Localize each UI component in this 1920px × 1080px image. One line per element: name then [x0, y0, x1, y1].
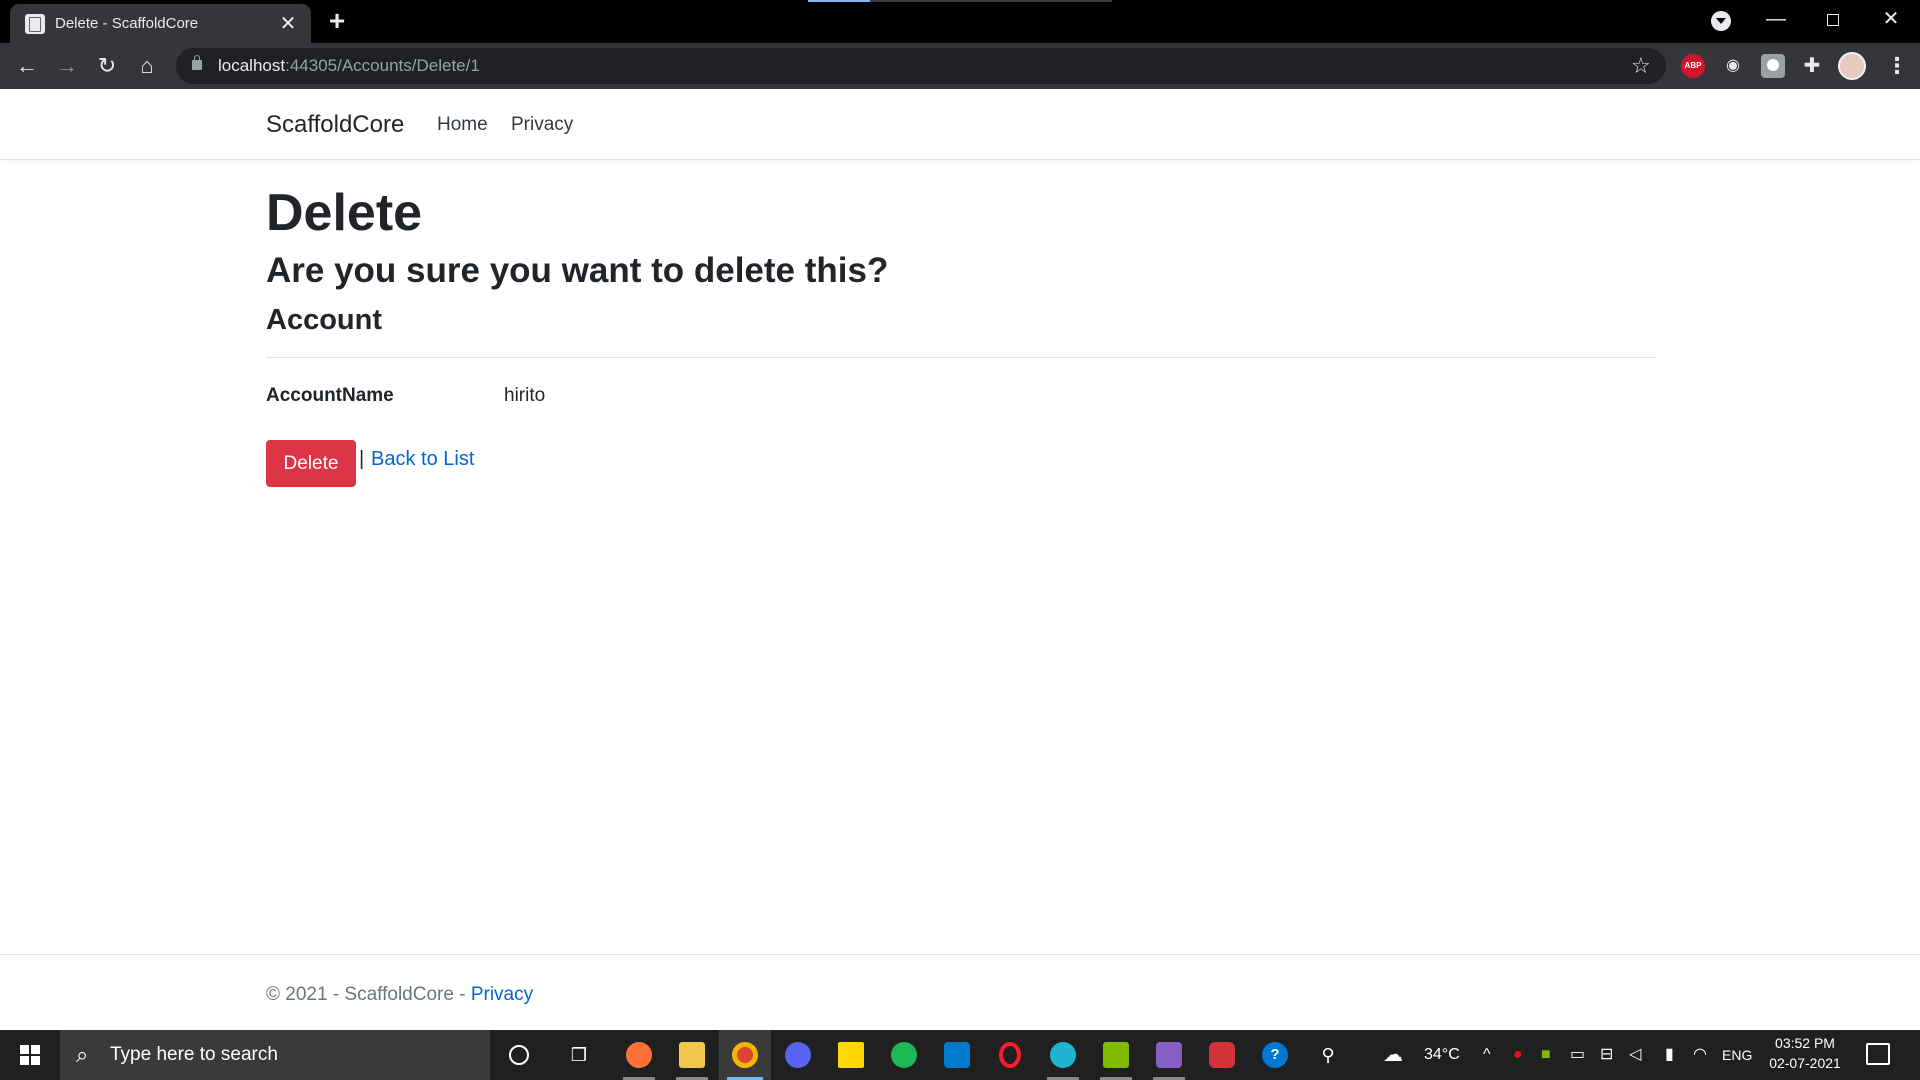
confirm-message: Are you sure you want to delete this?	[266, 251, 889, 290]
snipping-tool-icon[interactable]	[1090, 1030, 1142, 1080]
incognito-extension-icon[interactable]: ◉	[1721, 54, 1745, 78]
home-button[interactable]: ⌂	[131, 50, 163, 82]
adblock-extension-icon[interactable]: ABP	[1681, 54, 1705, 78]
edge-icon[interactable]	[1037, 1030, 1089, 1080]
start-button[interactable]	[0, 1030, 60, 1080]
clock-date: 02-07-2021	[1769, 1055, 1841, 1071]
url-host: localhost	[218, 56, 286, 75]
address-bar[interactable]: localhost:44305/Accounts/Delete/1 ☆	[176, 48, 1666, 84]
language-indicator[interactable]: ENG	[1722, 1044, 1752, 1066]
clock-time: 03:52 PM	[1775, 1035, 1835, 1051]
notifications-icon[interactable]	[1866, 1043, 1890, 1065]
volume-icon[interactable]: ◁	[1629, 1044, 1641, 1066]
clock[interactable]: 03:52 PM 02-07-2021	[1762, 1033, 1848, 1073]
restore-window-button[interactable]	[1810, 4, 1856, 34]
help-icon[interactable]: ?	[1249, 1030, 1301, 1080]
page-title: Delete	[266, 184, 423, 242]
divider	[266, 357, 1655, 358]
spotify-icon[interactable]	[878, 1030, 930, 1080]
extension-icon[interactable]	[1761, 54, 1785, 78]
tab-strip-indicator-active	[808, 0, 870, 2]
back-to-list-link[interactable]: Back to List	[371, 448, 474, 471]
vscode-icon[interactable]	[931, 1030, 983, 1080]
sticky-notes-icon[interactable]	[825, 1030, 877, 1080]
bookmark-star-icon[interactable]: ☆	[1631, 52, 1651, 80]
task-view-icon[interactable]: ❒	[553, 1030, 605, 1080]
close-tab-icon[interactable]: ✕	[277, 13, 299, 35]
search-icon: ⌕	[76, 1042, 89, 1067]
site-navbar: ScaffoldCore Home Privacy	[0, 89, 1920, 160]
microphone-icon[interactable]: ▮	[1665, 1044, 1674, 1066]
footer-copyright: © 2021 - ScaffoldCore -	[266, 984, 471, 1005]
browser-toolbar: ← → ↻ ⌂ localhost:44305/Accounts/Delete/…	[0, 43, 1920, 89]
field-label: AccountName	[266, 385, 394, 406]
taskbar: ⌕ Type here to search ❒ ? ⚲ ☁ 34°C ^ ● ■…	[0, 1030, 1920, 1080]
browser-tab-strip: Delete - ScaffoldCore ✕ + — ✕	[0, 0, 1920, 43]
tab-search-icon[interactable]	[1711, 11, 1731, 31]
reload-button[interactable]: ↻	[91, 50, 123, 82]
url-text[interactable]: localhost:44305/Accounts/Delete/1	[218, 56, 480, 76]
back-button[interactable]: ←	[11, 50, 43, 82]
nav-home-link[interactable]: Home	[437, 114, 488, 136]
app-red-icon[interactable]	[1196, 1030, 1248, 1080]
site-brand-link[interactable]: ScaffoldCore	[266, 111, 404, 139]
separator: |	[359, 448, 365, 470]
app-tray-icon[interactable]: ■	[1541, 1044, 1551, 1066]
people-icon[interactable]: ⚲	[1302, 1030, 1354, 1080]
profile-avatar[interactable]	[1838, 52, 1866, 80]
footer-privacy-link[interactable]: Privacy	[471, 984, 533, 1005]
wifi-icon[interactable]: ◠	[1693, 1044, 1707, 1066]
footer-divider	[0, 954, 1920, 955]
close-window-button[interactable]: ✕	[1868, 4, 1914, 34]
url-path: :44305/Accounts/Delete/1	[285, 56, 480, 75]
entity-heading: Account	[266, 304, 382, 336]
page-favicon-icon	[25, 13, 45, 34]
restore-icon	[1827, 13, 1839, 26]
extensions-puzzle-icon[interactable]: ✚	[1800, 54, 1824, 78]
visual-studio-icon[interactable]	[1143, 1030, 1195, 1080]
field-value: hirito	[504, 385, 546, 406]
new-tab-button[interactable]: +	[322, 6, 352, 36]
windows-logo-icon	[20, 1045, 40, 1065]
minimize-window-button[interactable]: —	[1753, 4, 1799, 34]
taskbar-search-box[interactable]: ⌕ Type here to search	[60, 1030, 490, 1080]
browser-menu-icon[interactable]: ⋮	[1886, 52, 1908, 80]
forward-button[interactable]: →	[51, 50, 83, 82]
discord-icon[interactable]	[772, 1030, 824, 1080]
footer: © 2021 - ScaffoldCore - Privacy	[266, 984, 533, 1006]
chrome-icon[interactable]	[719, 1030, 771, 1080]
browser-tab[interactable]: Delete - ScaffoldCore ✕	[10, 4, 311, 43]
show-hidden-icons-icon[interactable]: ^	[1483, 1044, 1491, 1066]
network-icon[interactable]: ⊟	[1600, 1044, 1613, 1066]
firefox-icon[interactable]	[613, 1030, 665, 1080]
tab-title: Delete - ScaffoldCore	[55, 15, 199, 32]
lock-icon[interactable]	[192, 55, 202, 70]
search-placeholder: Type here to search	[110, 1044, 278, 1065]
file-explorer-icon[interactable]	[666, 1030, 718, 1080]
nav-privacy-link[interactable]: Privacy	[511, 114, 573, 136]
opera-icon[interactable]	[984, 1030, 1036, 1080]
security-tray-icon[interactable]: ●	[1513, 1044, 1523, 1066]
battery-icon[interactable]: ▭	[1570, 1044, 1585, 1066]
weather-cloud-icon[interactable]: ☁	[1383, 1044, 1403, 1066]
weather-temperature[interactable]: 34°C	[1424, 1044, 1460, 1066]
cortana-icon[interactable]	[493, 1030, 545, 1080]
web-page: ScaffoldCore Home Privacy Delete Are you…	[0, 89, 1920, 1030]
delete-button[interactable]: Delete	[266, 440, 356, 487]
